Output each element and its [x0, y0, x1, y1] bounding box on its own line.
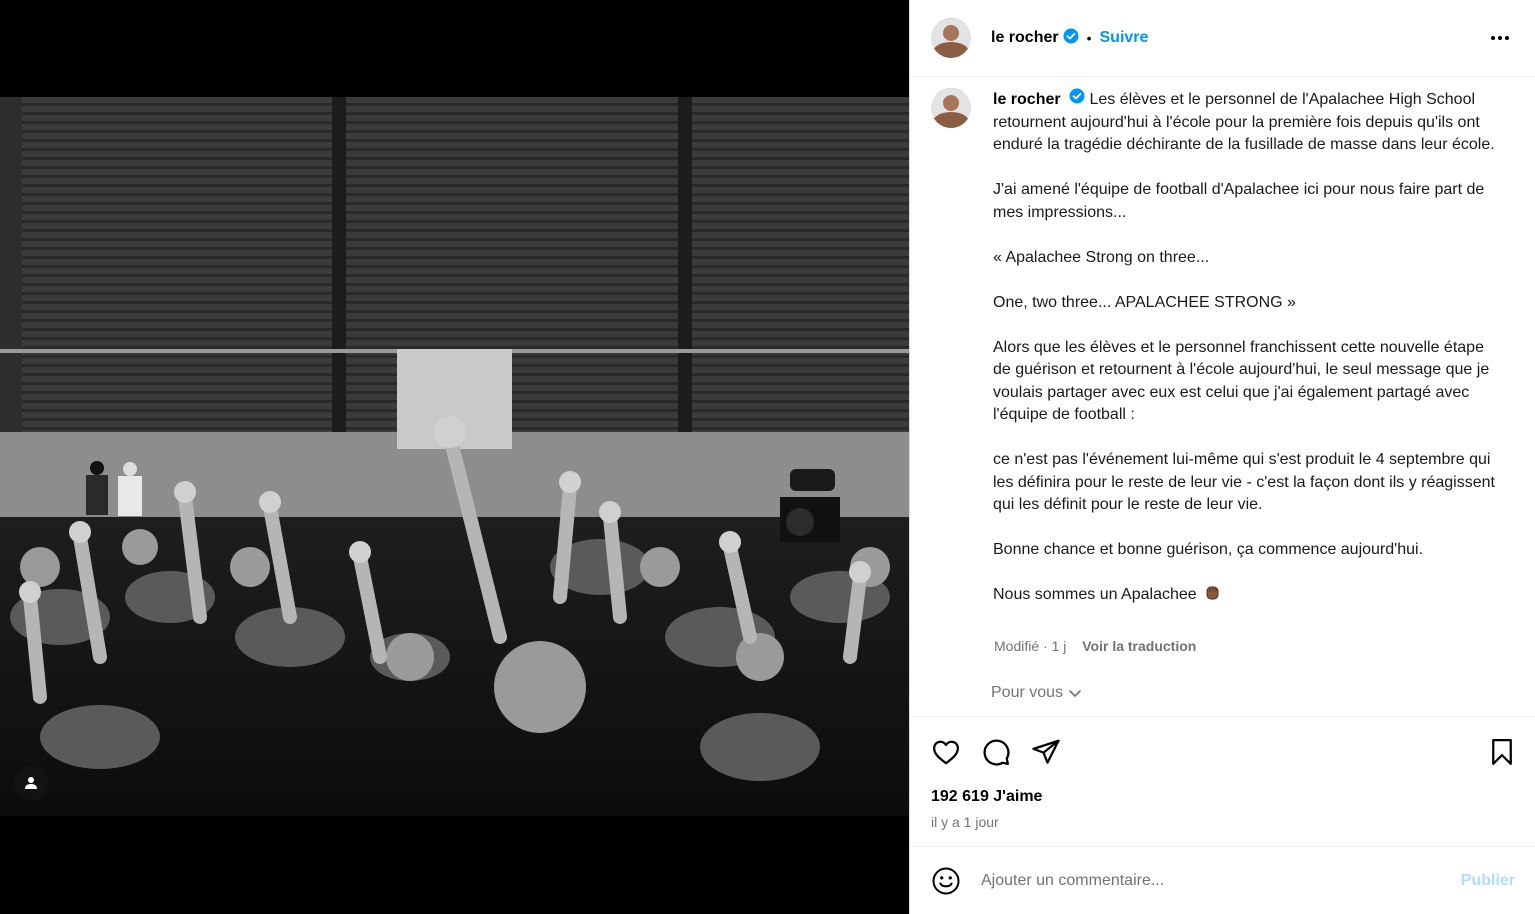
comment-input[interactable]	[981, 871, 1421, 890]
likes-count[interactable]: 192 619 J'aime	[931, 788, 1042, 806]
for-you-toggle[interactable]: Pour vous	[991, 684, 1082, 702]
like-button[interactable]	[931, 737, 961, 767]
caption-avatar[interactable]	[931, 88, 971, 128]
comment-icon	[983, 739, 1010, 766]
post-photo-image	[0, 97, 909, 816]
emoji-icon	[932, 867, 960, 894]
caption-avatar-image	[931, 88, 971, 128]
post-photo[interactable]	[0, 97, 909, 816]
raised-fist-emoji-icon	[1205, 585, 1220, 609]
see-translation-link[interactable]: Voir la traduction	[1082, 638, 1196, 654]
caption-meta: Modifié · 1 j Voir la traduction	[994, 638, 1196, 654]
post-header: le rocher • Suivre	[910, 0, 1535, 77]
caption-paragraph-7: Bonne chance et bonne guérison, ça comme…	[993, 541, 1424, 558]
caption-paragraph-6: ce n'est pas l'événement lui-même qui s'…	[993, 451, 1495, 513]
emoji-button[interactable]	[931, 866, 961, 896]
avatar-image	[931, 18, 971, 58]
post-timestamp[interactable]: il y a 1 jour	[931, 814, 999, 830]
caption-paragraph-4: One, two three... APALACHEE STRONG »	[993, 293, 1296, 311]
caption-meta-text: Modifié · 1 j	[994, 638, 1067, 654]
more-options-icon	[1491, 36, 1509, 40]
user-tag-icon	[25, 777, 37, 789]
comment-button[interactable]	[981, 737, 1011, 767]
caption-area: le rocher Les élèves et le personnel de …	[910, 78, 1535, 716]
avatar[interactable]	[931, 18, 971, 58]
heart-icon	[933, 740, 959, 765]
share-button[interactable]	[1031, 737, 1061, 767]
caption-paragraph-8-row: Nous sommes un Apalachee	[993, 584, 1503, 609]
caption-text: le rocher Les élèves et le personnel de …	[993, 88, 1503, 609]
caption-paragraph-3: « Apalachee Strong on three...	[993, 248, 1210, 266]
save-button[interactable]	[1487, 737, 1517, 767]
bookmark-icon	[1492, 739, 1512, 765]
caption-paragraph-5: Alors que les élèves et le personnel fra…	[993, 338, 1490, 424]
verified-badge-icon	[1063, 28, 1079, 49]
post-actions: 192 619 J'aime il y a 1 jour	[910, 716, 1535, 846]
caption-comment: le rocher Les élèves et le personnel de …	[931, 88, 1521, 609]
separator-dot: •	[1086, 30, 1092, 46]
caption-username[interactable]: le rocher	[993, 91, 1061, 108]
caption-paragraph-8: Nous sommes un Apalachee	[993, 586, 1197, 603]
caption-verified-badge-icon	[1069, 88, 1085, 112]
share-icon	[1032, 739, 1060, 764]
follow-button[interactable]: Suivre	[1100, 29, 1149, 47]
publish-button[interactable]: Publier	[1461, 872, 1515, 890]
post-media	[0, 0, 909, 914]
post-side-panel: le rocher • Suivre le rocher Les élèves …	[909, 0, 1535, 914]
caption-paragraph-2: J'ai amené l'équipe de football d'Apalac…	[993, 181, 1485, 221]
chevron-down-icon	[1069, 690, 1081, 697]
for-you-label: Pour vous	[991, 684, 1064, 701]
header-username[interactable]: le rocher	[991, 29, 1059, 47]
more-options-button[interactable]	[1488, 28, 1512, 48]
user-tag-button[interactable]	[14, 766, 48, 800]
comment-bar: Publier	[910, 846, 1535, 914]
